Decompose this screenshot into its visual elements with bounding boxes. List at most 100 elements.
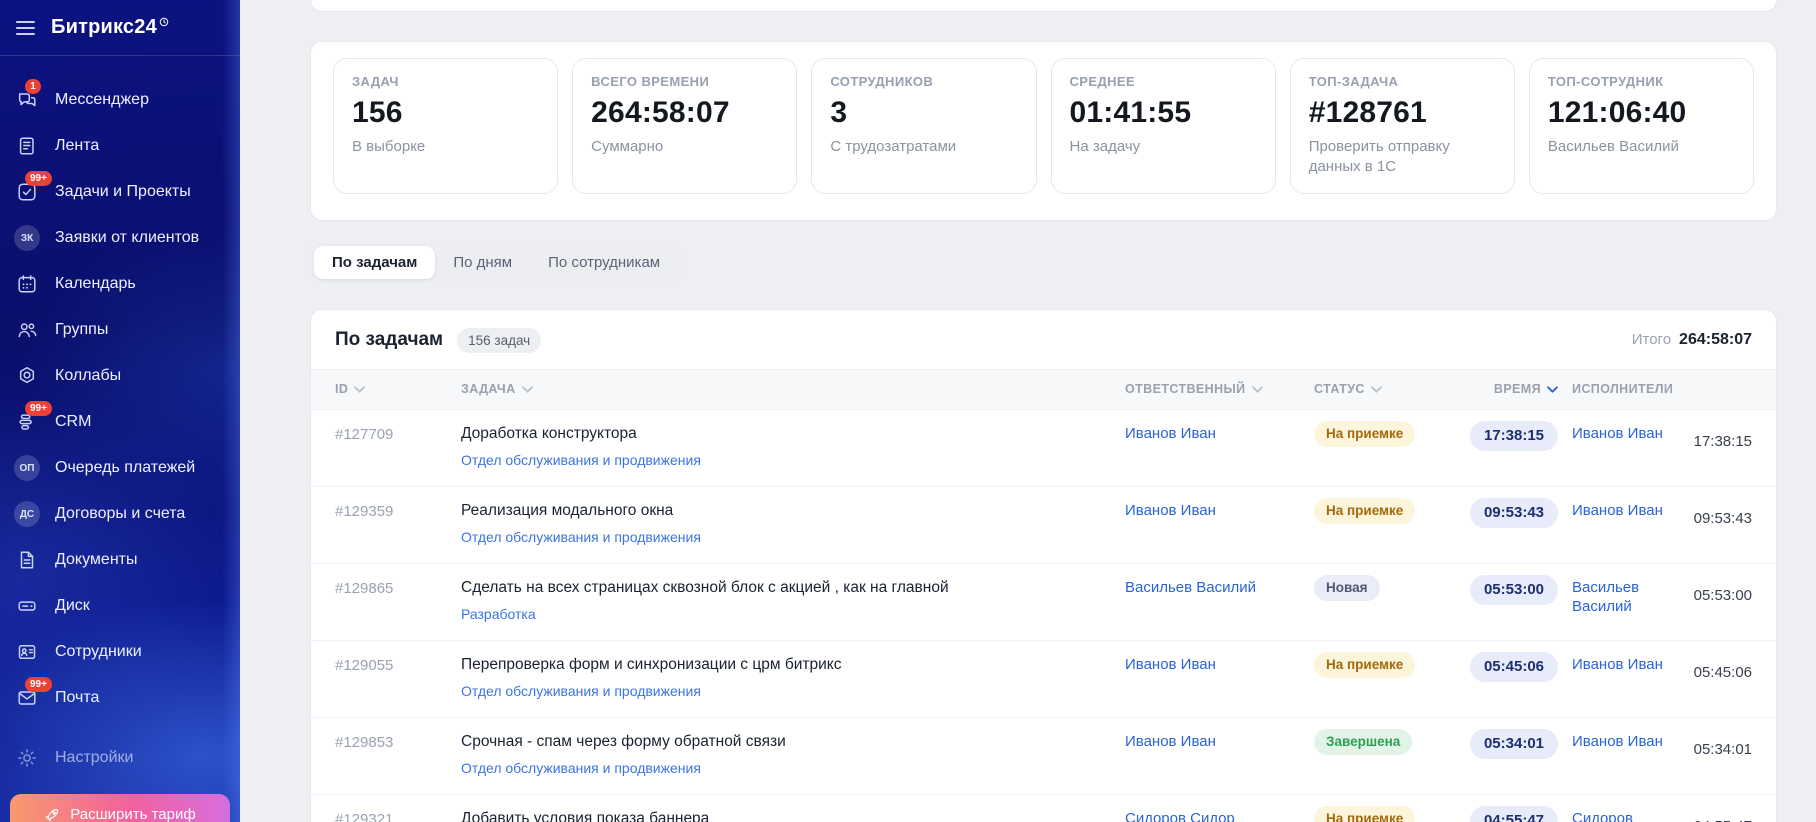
sidebar-item-disk[interactable]: Диск [0, 583, 240, 629]
main-content: ЗАДАЧ 156 В выборке ВСЕГО ВРЕМЕНИ 264:58… [240, 0, 1816, 822]
task-title[interactable]: Сделать на всех страницах сквозной блок … [461, 578, 1111, 597]
sidebar-item-label: Группы [55, 321, 109, 338]
notification-badge: 1 [25, 79, 41, 94]
task-title[interactable]: Доработка конструктора [461, 424, 1111, 443]
sidebar-item-settings[interactable]: Настройки [0, 735, 240, 781]
executor-link[interactable]: Иванов Иван [1572, 501, 1663, 527]
sidebar-item-contracts[interactable]: ДС Договоры и счета [0, 491, 240, 537]
stat-card-5: ТОП-СОТРУДНИК 121:06:40 Васильев Василий [1528, 58, 1755, 194]
executor-link[interactable]: Иванов Иван [1572, 424, 1663, 450]
upgrade-plan-button[interactable]: Расширить тариф [10, 794, 230, 822]
sidebar: Битрикс24 1 Мессенджер Лента 99+ Задачи … [0, 0, 240, 822]
executors-cell: Сидоров Сидор 04:55:47 [1572, 809, 1752, 822]
responsible-link[interactable]: Иванов Иван [1125, 733, 1216, 750]
stat-card-3: СРЕДНЕЕ 01:41:55 На задачу [1050, 58, 1276, 194]
table-row[interactable]: #129865 Сделать на всех страницах сквозн… [311, 564, 1776, 641]
sidebar-item-crm[interactable]: 99+ CRM [0, 399, 240, 445]
sidebar-item-payments-queue[interactable]: ОП Очередь платежей [0, 445, 240, 491]
responsible-link[interactable]: Сидоров Сидор [1125, 810, 1235, 822]
upgrade-plan-label: Расширить тариф [70, 805, 196, 822]
app-logo[interactable]: Битрикс24 [51, 16, 169, 39]
task-cell: Реализация модального окна Отдел обслужи… [461, 501, 1111, 547]
task-title[interactable]: Добавить условия показа баннера [461, 809, 1111, 822]
tab-by-tasks[interactable]: По задачам [314, 245, 436, 279]
task-title[interactable]: Перепроверка форм и синхронизации с црм … [461, 655, 1111, 674]
stat-card-value: 3 [830, 96, 848, 129]
sidebar-item-messenger[interactable]: 1 Мессенджер [0, 77, 240, 123]
task-count-badge: 156 задач [457, 327, 542, 353]
column-header-time[interactable]: ВРЕМЯ [1453, 382, 1558, 396]
status-badge: На приемке [1314, 420, 1416, 447]
report-total: Итого 264:58:07 [1632, 331, 1752, 349]
documents-icon [14, 547, 40, 573]
sidebar-item-label: Задачи и Проекты [55, 183, 191, 200]
column-header-task[interactable]: ЗАДАЧА [461, 382, 1111, 396]
payments-queue-icon: ОП [14, 455, 40, 481]
sidebar-item-label: Коллабы [55, 367, 122, 384]
responsible-link[interactable]: Иванов Иван [1125, 502, 1216, 519]
stats-panel: ЗАДАЧ 156 В выборке ВСЕГО ВРЕМЕНИ 264:58… [310, 41, 1777, 221]
table-row[interactable]: #129359 Реализация модального окна Отдел… [311, 487, 1776, 564]
table-row[interactable]: #129055 Перепроверка форм и синхронизаци… [311, 641, 1776, 718]
responsible-cell: Иванов Иван [1125, 424, 1300, 443]
tab-by-employees[interactable]: По сотрудникам [530, 246, 678, 279]
feed-icon [14, 133, 40, 159]
column-header-executors: ИСПОЛНИТЕЛИ [1572, 382, 1674, 396]
executor-link[interactable]: Иванов Иван [1572, 732, 1663, 758]
responsible-link[interactable]: Иванов Иван [1125, 656, 1216, 673]
table-row[interactable]: #129853 Срочная - спам через форму обрат… [311, 718, 1776, 795]
executor-link[interactable]: Сидоров Сидор [1572, 809, 1664, 822]
sidebar-item-calendar[interactable]: Календарь [0, 261, 240, 307]
task-id: #129853 [335, 733, 394, 751]
report-panel: По задачам 156 задач Итого 264:58:07 ID … [310, 308, 1777, 822]
notification-badge: 99+ [25, 401, 52, 416]
sidebar-item-mail[interactable]: 99+ Почта [0, 675, 240, 721]
sidebar-item-label: Сотрудники [55, 643, 142, 660]
task-group-link[interactable]: Отдел обслуживания и продвижения [461, 529, 701, 545]
sidebar-item-client-requests[interactable]: ЗК Заявки от клиентов [0, 215, 240, 261]
sidebar-item-tasks[interactable]: 99+ Задачи и Проекты [0, 169, 240, 215]
responsible-cell: Сидоров Сидор [1125, 809, 1300, 822]
column-header-id[interactable]: ID [335, 382, 447, 396]
calendar-icon [14, 271, 40, 297]
tab-by-days[interactable]: По дням [435, 246, 530, 279]
status-badge: На приемке [1314, 805, 1416, 822]
stat-card-label: ТОП-ЗАДАЧА [1308, 74, 1399, 89]
executor-link[interactable]: Иванов Иван [1572, 655, 1663, 681]
employees-icon [14, 639, 40, 665]
executor-link[interactable]: Васильев Василий [1572, 578, 1664, 616]
messenger-icon: 1 [14, 79, 41, 113]
task-title[interactable]: Реализация модального окна [461, 501, 1111, 520]
column-header-status[interactable]: СТАТУС [1314, 382, 1439, 396]
responsible-link[interactable]: Васильев Василий [1125, 579, 1256, 596]
stat-card-value: 156 [352, 96, 403, 129]
sidebar-item-feed[interactable]: Лента [0, 123, 240, 169]
gear-icon [14, 745, 40, 771]
sidebar-item-documents[interactable]: Документы [0, 537, 240, 583]
sidebar-item-employees[interactable]: Сотрудники [0, 629, 240, 675]
responsible-link[interactable]: Иванов Иван [1125, 425, 1216, 442]
time-pill: 05:53:00 [1469, 574, 1558, 605]
sidebar-item-label: Очередь платежей [55, 459, 196, 476]
table-row[interactable]: #129321 Добавить условия показа баннера … [311, 795, 1776, 822]
task-group-link[interactable]: Отдел обслуживания и продвижения [461, 683, 701, 699]
table-row[interactable]: #127709 Доработка конструктора Отдел обс… [311, 410, 1776, 487]
task-group-link[interactable]: Разработка [461, 606, 536, 622]
stat-card-sublabel: Васильев Василий [1547, 138, 1679, 155]
report-tabs: По задачам По дням По сотрудникам [310, 241, 683, 283]
stat-card-label: ЗАДАЧ [352, 74, 399, 89]
time-pill: 05:45:06 [1469, 651, 1558, 682]
hamburger-menu-icon[interactable] [16, 20, 35, 35]
sidebar-item-collabs[interactable]: Коллабы [0, 353, 240, 399]
stat-card-label: ТОП-СОТРУДНИК [1547, 74, 1664, 89]
task-title[interactable]: Срочная - спам через форму обратной связ… [461, 732, 1111, 751]
time-pill: 17:38:15 [1469, 420, 1558, 451]
sort-chevron-icon [1370, 385, 1382, 393]
task-cell: Сделать на всех страницах сквозной блок … [461, 578, 1111, 624]
task-group-link[interactable]: Отдел обслуживания и продвижения [461, 452, 701, 468]
time-pill: 05:34:01 [1469, 728, 1558, 759]
stat-cards-row: ЗАДАЧ 156 В выборке ВСЕГО ВРЕМЕНИ 264:58… [333, 58, 1755, 194]
task-group-link[interactable]: Отдел обслуживания и продвижения [461, 760, 701, 776]
column-header-responsible[interactable]: ОТВЕТСТВЕННЫЙ [1125, 382, 1300, 396]
sidebar-item-groups[interactable]: Группы [0, 307, 240, 353]
